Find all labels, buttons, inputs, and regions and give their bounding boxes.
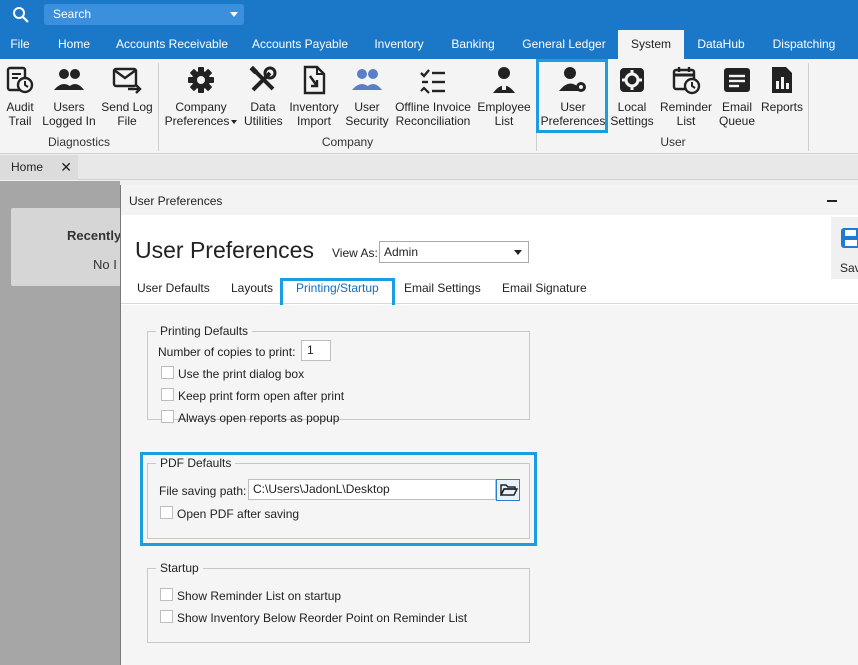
search-icon[interactable] <box>12 6 30 24</box>
save-button[interactable]: Sav <box>831 217 858 279</box>
recently-title: Recently <box>67 228 122 243</box>
menu-accounts-receivable[interactable]: Accounts Receivable <box>110 30 234 59</box>
ribbon: Audit Trail Users Logged In Send Log Fil… <box>0 59 858 154</box>
tab-email-signature[interactable]: Email Signature <box>502 281 587 295</box>
group-separator <box>808 63 809 151</box>
menu-dispatching[interactable]: Dispatching <box>764 30 844 59</box>
top-bar: Search <box>0 0 858 30</box>
inventory-import-button[interactable]: Inventory Import <box>286 65 342 128</box>
email-queue-icon <box>724 68 750 92</box>
send-log-file-button[interactable]: Send Log File <box>100 65 154 128</box>
report-chart-icon <box>772 67 792 93</box>
email-queue-button[interactable]: Email Queue <box>716 65 758 128</box>
view-as-label: View As: <box>332 246 378 260</box>
user-security-button[interactable]: User Security <box>344 65 390 128</box>
local-settings-button[interactable]: Local Settings <box>608 65 656 128</box>
reminder-on-startup-label: Show Reminder List on startup <box>177 589 342 603</box>
employee-icon <box>493 67 515 93</box>
audit-trail-icon <box>6 66 34 94</box>
menu-system[interactable]: System <box>618 30 684 59</box>
menu-banking[interactable]: Banking <box>444 30 502 59</box>
print-dialog-label: Use the print dialog box <box>178 367 305 381</box>
menu-bar: File Home Accounts Receivable Accounts P… <box>0 30 858 59</box>
inventory-reorder-label: Show Inventory Below Reorder Point on Re… <box>177 611 468 625</box>
menu-file[interactable]: File <box>0 30 40 59</box>
printing-defaults-group: Printing Defaults Number of copies to pr… <box>147 324 530 425</box>
offline-invoice-reconciliation-button[interactable]: Offline Invoice Reconciliation <box>392 65 474 128</box>
window-title: User Preferences <box>129 194 223 208</box>
view-as-select[interactable]: Admin <box>379 241 529 263</box>
printing-tab-highlight <box>280 278 395 308</box>
keep-form-open-label: Keep print form open after print <box>178 389 345 403</box>
save-label: Sav <box>840 261 858 275</box>
chevron-down-icon <box>514 250 522 255</box>
document-tab-strip: Home ✕ <box>0 155 858 180</box>
preferences-tabs: User Defaults Layouts Printing/Startup E… <box>121 277 858 304</box>
company-preferences-button[interactable]: Company Preferences <box>163 65 239 128</box>
page-title: User Preferences <box>135 237 314 263</box>
tab-email-settings[interactable]: Email Settings <box>404 281 481 295</box>
minimize-icon[interactable] <box>827 200 837 202</box>
data-utilities-button[interactable]: Data Utilities <box>244 65 283 128</box>
startup-group: Startup Show Reminder List on startup Sh… <box>147 561 530 643</box>
startup-title: Startup <box>156 561 203 575</box>
dropdown-caret-icon <box>231 119 238 124</box>
send-mail-icon <box>112 67 142 94</box>
menu-inventory[interactable]: Inventory <box>366 30 432 59</box>
tab-user-defaults[interactable]: User Defaults <box>137 281 210 295</box>
home-document-tab[interactable]: Home ✕ <box>0 155 78 180</box>
employee-list-button[interactable]: Employee List <box>476 65 532 128</box>
users-icon <box>54 69 84 90</box>
menu-accounts-payable[interactable]: Accounts Payable <box>246 30 354 59</box>
inventory-reorder-checkbox[interactable] <box>160 610 173 623</box>
chevron-down-icon[interactable] <box>230 12 238 17</box>
close-icon[interactable]: ✕ <box>60 155 72 180</box>
user-preferences-window: User Preferences User Preferences View A… <box>120 185 858 665</box>
reminder-list-button[interactable]: Reminder List <box>659 65 713 128</box>
settings-gear-icon <box>620 68 644 92</box>
reports-popup-label: Always open reports as popup <box>178 411 340 425</box>
copies-input[interactable]: 1 <box>301 340 331 361</box>
users-logged-in-button[interactable]: Users Logged In <box>40 65 98 128</box>
keep-form-open-checkbox[interactable] <box>161 388 174 401</box>
menu-general-ledger[interactable]: General Ledger <box>516 30 612 59</box>
window-titlebar[interactable]: User Preferences <box>121 185 858 215</box>
user-security-icon <box>352 69 382 90</box>
printing-startup-panel: Printing Defaults Number of copies to pr… <box>121 305 858 665</box>
print-dialog-checkbox[interactable] <box>161 366 174 379</box>
audit-trail-button[interactable]: Audit Trail <box>2 65 38 128</box>
reminder-on-startup-checkbox[interactable] <box>160 588 173 601</box>
menu-datahub[interactable]: DataHub <box>690 30 752 59</box>
tools-icon <box>249 65 277 92</box>
search-input[interactable]: Search <box>44 4 244 25</box>
recently-empty-text: No I <box>93 257 117 272</box>
save-disk-icon <box>841 228 858 248</box>
import-file-icon <box>303 65 326 95</box>
checklist-icon <box>420 69 445 94</box>
reports-button[interactable]: Reports <box>760 65 804 114</box>
search-label: Search <box>53 7 92 21</box>
menu-home[interactable]: Home <box>52 30 96 59</box>
user-group-label: User <box>660 135 686 149</box>
diagnostics-group-label: Diagnostics <box>47 135 111 149</box>
tab-layouts[interactable]: Layouts <box>231 281 273 295</box>
reports-popup-checkbox[interactable] <box>161 410 174 423</box>
pdf-defaults-highlight <box>140 452 537 546</box>
user-preferences-highlight <box>536 59 608 133</box>
home-tab-label: Home <box>11 160 44 174</box>
company-group-label: Company <box>321 135 374 149</box>
view-as-value: Admin <box>384 245 419 259</box>
gear-icon <box>188 67 214 93</box>
printing-defaults-title: Printing Defaults <box>156 324 253 338</box>
calendar-clock-icon <box>672 67 701 95</box>
copies-label: Number of copies to print: <box>158 345 296 359</box>
